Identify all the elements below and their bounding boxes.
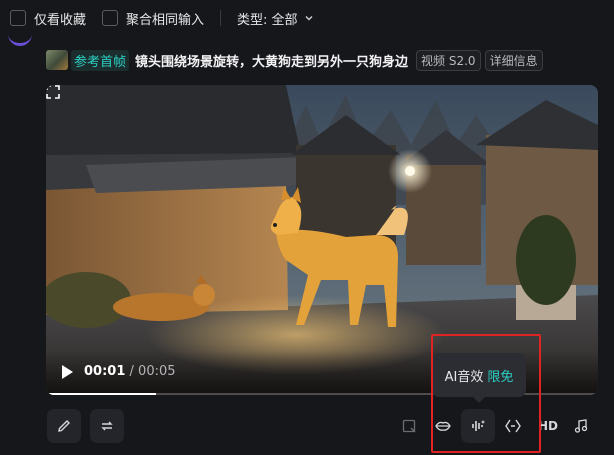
- repeat-icon: [101, 421, 113, 431]
- frame-edit-button[interactable]: [394, 411, 424, 441]
- reference-frame-thumbnail[interactable]: [46, 50, 68, 70]
- play-icon[interactable]: [62, 365, 73, 379]
- checkbox-box[interactable]: [102, 10, 119, 26]
- music-note-icon: [574, 419, 588, 433]
- prompt-row: 参考首帧 镜头围绕场景旋转，大黄狗走到另外一只狗身边 视频 S2.0 详细信息: [46, 49, 547, 71]
- only-favorites-checkbox[interactable]: 仅看收藏: [10, 9, 86, 28]
- time-display: 00:01 / 00:05: [84, 364, 176, 379]
- aggregate-same-input-label: 聚合相同输入: [126, 12, 205, 28]
- type-filter-dropdown[interactable]: 类型: 全部: [237, 9, 314, 28]
- progress-fill: [46, 393, 157, 395]
- music-button[interactable]: [566, 411, 596, 441]
- reference-frame-label[interactable]: 参考首帧: [71, 49, 130, 71]
- chevron-down-icon: [305, 16, 313, 21]
- current-time: 00:01: [84, 364, 126, 379]
- only-favorites-label: 仅看收藏: [34, 12, 87, 28]
- pencil-icon: [58, 420, 70, 432]
- filter-divider: [220, 10, 222, 26]
- image-edit-icon: [402, 419, 415, 432]
- edit-button[interactable]: [47, 409, 81, 443]
- type-filter-label: 类型: 全部: [237, 12, 298, 28]
- checkbox-box[interactable]: [10, 10, 26, 26]
- aggregate-same-input-checkbox[interactable]: 聚合相同输入: [102, 9, 204, 28]
- highlight-box: [431, 334, 541, 453]
- details-button[interactable]: 详细信息: [484, 49, 543, 71]
- regenerate-button[interactable]: [90, 409, 124, 443]
- model-badge: 视频 S2.0: [416, 49, 481, 71]
- duration: 00:05: [138, 364, 176, 379]
- time-separator: /: [125, 364, 139, 379]
- filter-bar: 仅看收藏 聚合相同输入 类型: 全部: [0, 0, 614, 36]
- fullscreen-icon[interactable]: [46, 85, 60, 99]
- avatar-edge: [8, 30, 32, 46]
- prompt-text: 镜头围绕场景旋转，大黄狗走到另外一只狗身边: [135, 54, 409, 70]
